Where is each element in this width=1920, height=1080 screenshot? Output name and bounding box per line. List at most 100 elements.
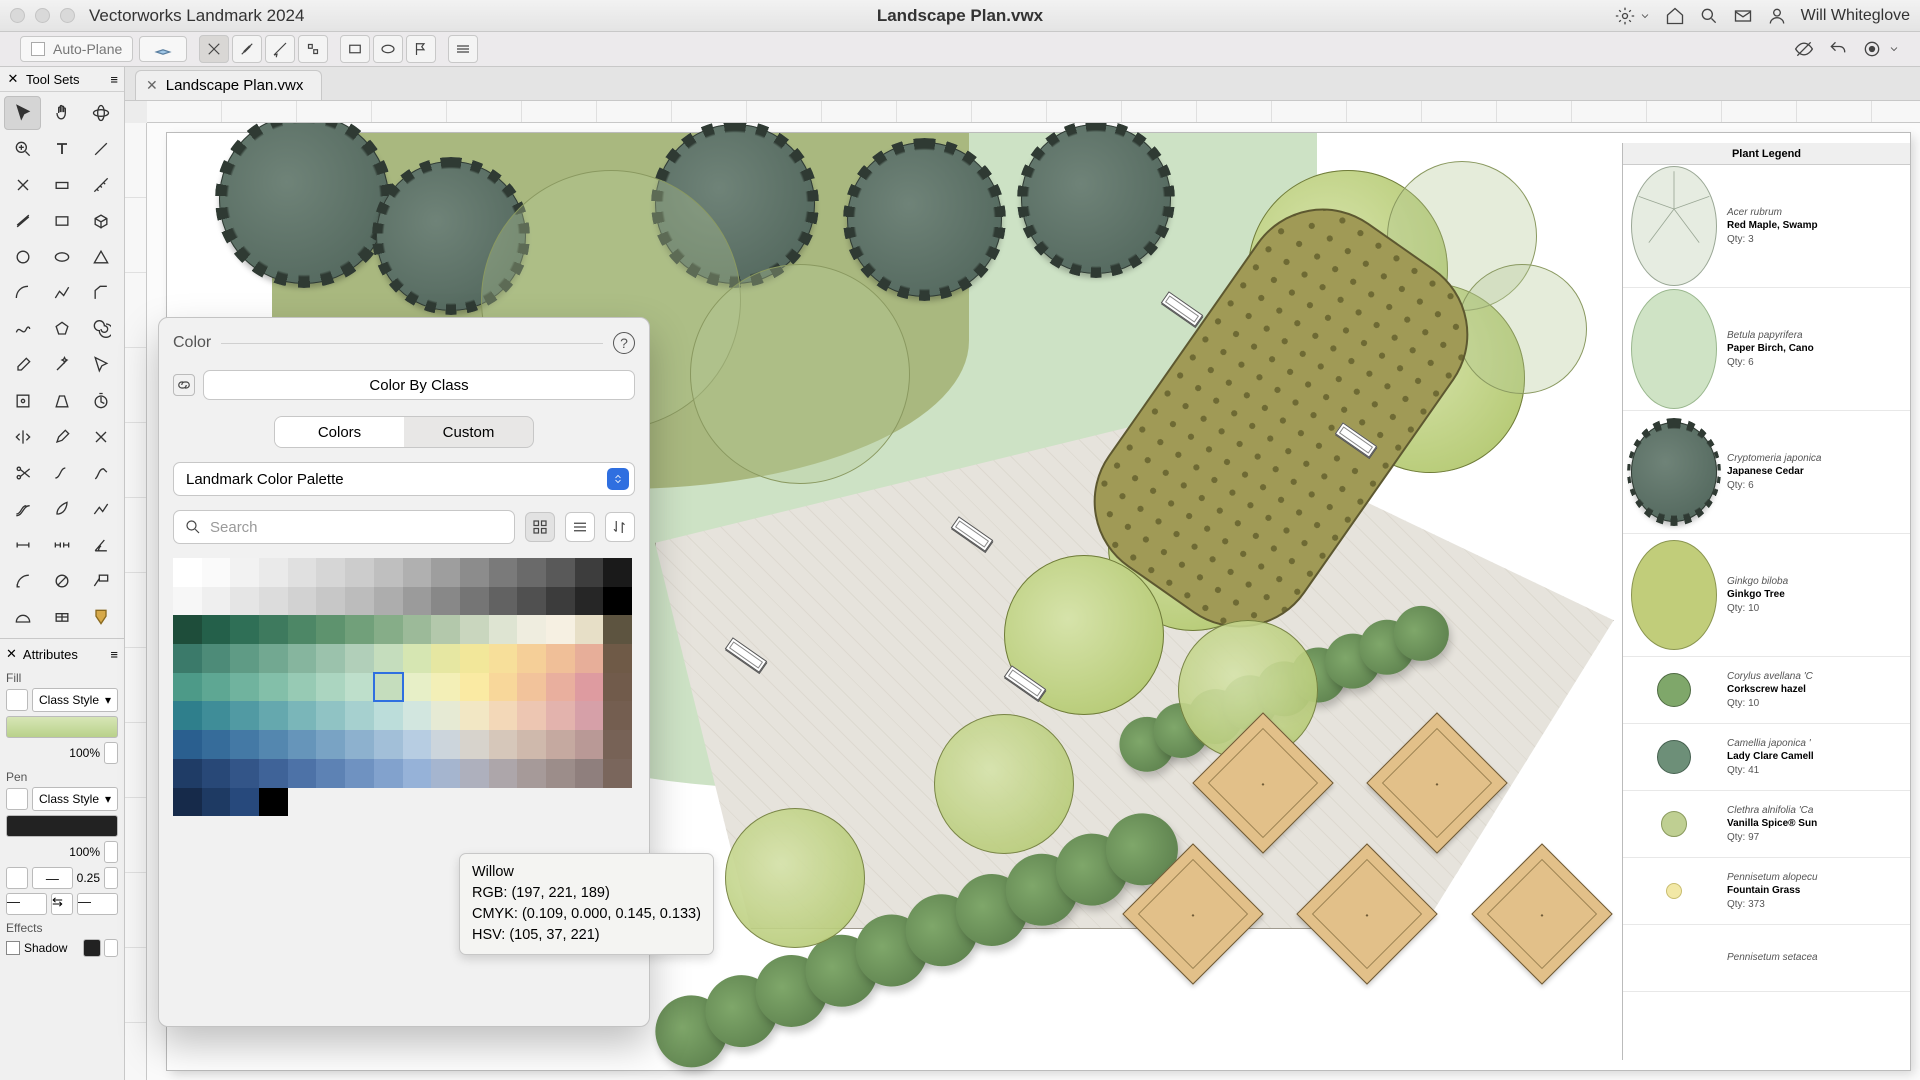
color-swatch[interactable]	[259, 701, 288, 730]
shape-flag-btn[interactable]	[406, 35, 436, 63]
color-swatch[interactable]	[202, 759, 231, 788]
chevron-down-icon[interactable]	[1639, 6, 1651, 26]
color-swatch[interactable]	[345, 615, 374, 644]
color-swatch[interactable]	[546, 759, 575, 788]
color-swatch[interactable]	[517, 644, 546, 673]
rect-tool[interactable]	[43, 204, 80, 238]
help-icon[interactable]: ?	[613, 332, 635, 354]
color-swatch[interactable]	[575, 558, 604, 587]
color-swatch[interactable]	[603, 673, 632, 702]
color-swatch[interactable]	[403, 615, 432, 644]
arc-tool[interactable]	[4, 276, 41, 310]
color-swatch[interactable]	[489, 558, 518, 587]
color-swatch[interactable]	[517, 587, 546, 616]
pen-opacity-value[interactable]: 100%	[69, 845, 100, 859]
color-swatch[interactable]	[431, 615, 460, 644]
color-swatch[interactable]	[173, 701, 202, 730]
color-swatch[interactable]	[489, 587, 518, 616]
gear-icon[interactable]	[1615, 6, 1635, 26]
link-icon[interactable]	[173, 374, 195, 396]
color-swatch[interactable]	[202, 673, 231, 702]
dim-arc-tool[interactable]	[4, 564, 41, 598]
color-swatch[interactable]	[489, 673, 518, 702]
color-swatch[interactable]	[259, 558, 288, 587]
color-swatch[interactable]	[230, 673, 259, 702]
visibility-icon[interactable]	[1794, 39, 1814, 59]
color-swatch[interactable]	[460, 644, 489, 673]
color-swatch[interactable]	[546, 558, 575, 587]
dim-dia-tool[interactable]	[43, 564, 80, 598]
color-by-class-button[interactable]: Color By Class	[203, 370, 635, 400]
line-weight-menu[interactable]	[104, 867, 118, 889]
color-swatch[interactable]	[517, 558, 546, 587]
path-edit-tool[interactable]	[83, 456, 120, 490]
color-swatch[interactable]	[202, 558, 231, 587]
selection-tool[interactable]	[4, 96, 41, 130]
color-swatch[interactable]	[575, 644, 604, 673]
color-swatch[interactable]	[202, 644, 231, 673]
spiral-tool[interactable]	[83, 312, 120, 346]
grid-view-button[interactable]	[525, 512, 555, 542]
target-icon[interactable]	[1862, 39, 1882, 59]
color-swatch[interactable]	[288, 673, 317, 702]
sort-button[interactable]	[605, 512, 635, 542]
color-swatch[interactable]	[345, 644, 374, 673]
color-swatch[interactable]	[374, 558, 403, 587]
color-swatch[interactable]	[403, 759, 432, 788]
line-type-dropdown[interactable]	[6, 867, 28, 889]
color-swatch[interactable]	[316, 587, 345, 616]
tree-ginkgo[interactable]	[725, 808, 865, 948]
color-swatch[interactable]	[403, 587, 432, 616]
color-swatch[interactable]	[288, 730, 317, 759]
tree-red-maple[interactable]	[847, 142, 1002, 297]
protractor-tool[interactable]	[4, 600, 41, 634]
color-swatch[interactable]	[460, 730, 489, 759]
gazebo[interactable]	[1471, 843, 1612, 984]
color-swatch[interactable]	[575, 701, 604, 730]
color-swatch[interactable]	[403, 673, 432, 702]
pen-opacity-menu[interactable]	[104, 841, 118, 863]
color-swatch[interactable]	[431, 701, 460, 730]
color-swatch[interactable]	[460, 701, 489, 730]
color-swatch[interactable]	[173, 788, 202, 817]
fill-color-swatch[interactable]	[6, 716, 118, 738]
callout-tool[interactable]	[83, 564, 120, 598]
color-swatch[interactable]	[259, 644, 288, 673]
leaf-tool[interactable]	[43, 492, 80, 526]
color-swatch[interactable]	[259, 759, 288, 788]
color-palette-grid[interactable]	[173, 558, 633, 816]
color-swatch[interactable]	[546, 701, 575, 730]
color-swatch[interactable]	[316, 615, 345, 644]
stake-tool[interactable]	[83, 600, 120, 634]
symbol-insert-tool[interactable]	[4, 384, 41, 418]
color-swatch[interactable]	[259, 673, 288, 702]
color-swatch[interactable]	[603, 615, 632, 644]
dim-linear-tool[interactable]	[4, 528, 41, 562]
wall-tool[interactable]	[43, 168, 80, 202]
color-swatch[interactable]	[460, 558, 489, 587]
search-icon[interactable]	[1699, 6, 1719, 26]
color-swatch[interactable]	[489, 759, 518, 788]
color-swatch[interactable]	[345, 587, 374, 616]
color-swatch[interactable]	[173, 587, 202, 616]
color-swatch[interactable]	[374, 615, 403, 644]
ruler-vertical[interactable]	[125, 123, 147, 1080]
color-swatch[interactable]	[288, 558, 317, 587]
mirror-tool[interactable]	[4, 420, 41, 454]
eyedropper-tool[interactable]	[4, 348, 41, 382]
user-name[interactable]: Will Whiteglove	[1801, 7, 1910, 25]
color-swatch[interactable]	[173, 558, 202, 587]
color-swatch[interactable]	[173, 673, 202, 702]
color-swatch[interactable]	[202, 788, 231, 817]
color-mode-segment[interactable]: Colors Custom	[274, 416, 534, 448]
color-swatch[interactable]	[603, 730, 632, 759]
color-swatch[interactable]	[316, 644, 345, 673]
color-swatch[interactable]	[202, 701, 231, 730]
measure-tool[interactable]	[83, 168, 120, 202]
list-view-button[interactable]	[565, 512, 595, 542]
color-swatch[interactable]	[316, 558, 345, 587]
color-swatch[interactable]	[403, 701, 432, 730]
color-swatch[interactable]	[489, 644, 518, 673]
pen-style-dropdown[interactable]: Class Style▾	[32, 787, 118, 811]
color-swatch[interactable]	[316, 701, 345, 730]
